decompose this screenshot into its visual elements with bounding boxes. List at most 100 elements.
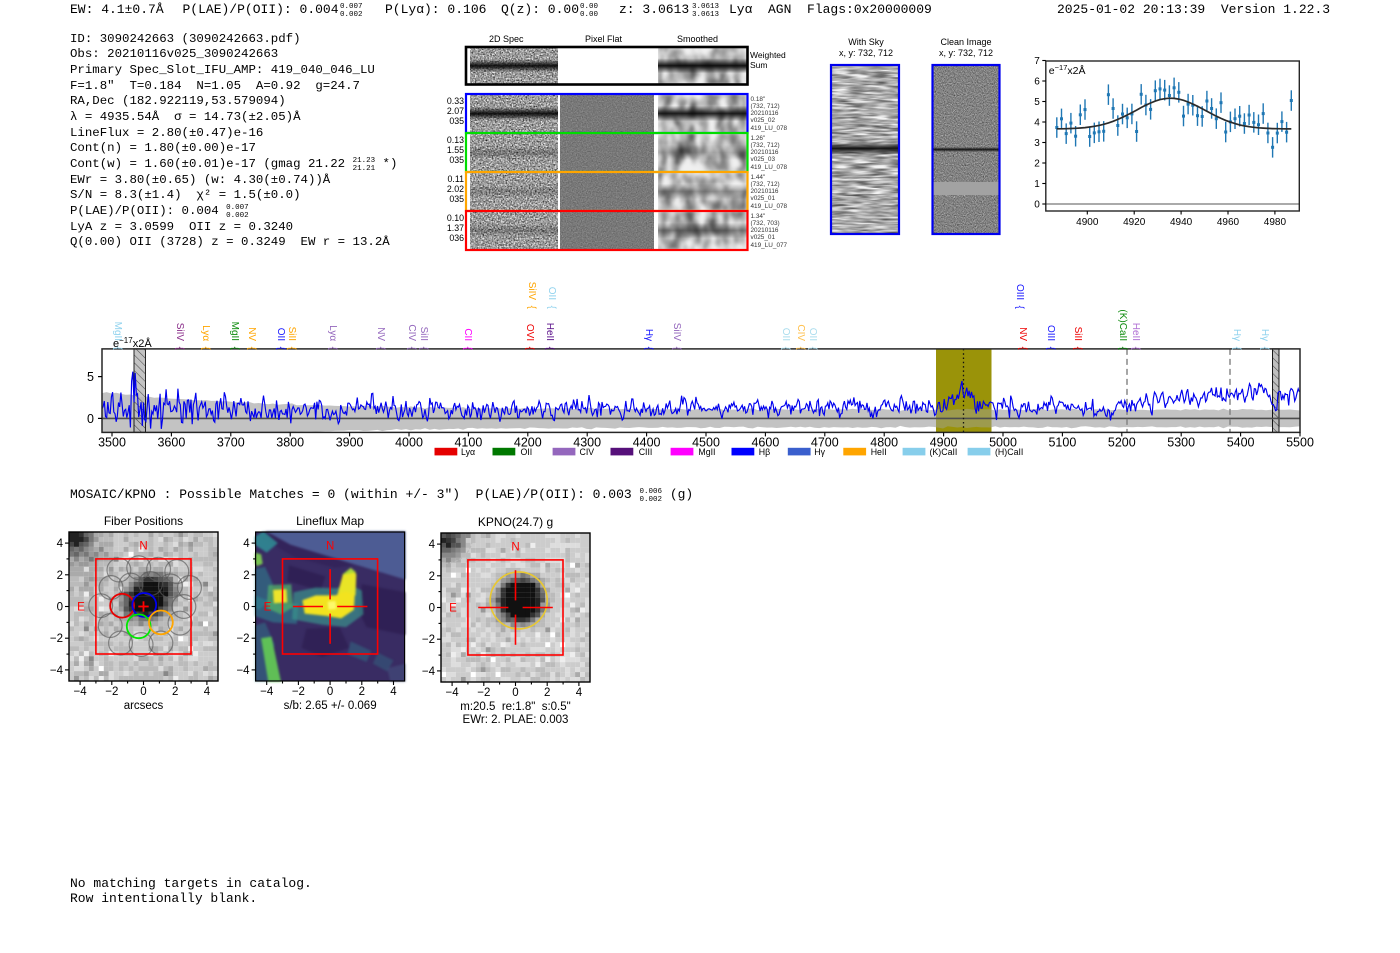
svg-text:7: 7 xyxy=(1034,56,1040,67)
svg-text:Hβ: Hβ xyxy=(759,447,770,457)
svg-text:arcsecs: arcsecs xyxy=(124,700,164,712)
svg-text:Lineflux Map: Lineflux Map xyxy=(296,514,364,528)
svg-text:2: 2 xyxy=(429,571,435,583)
svg-text:Fiber Positions: Fiber Positions xyxy=(104,514,183,528)
svg-text:SiIV {: SiIV { xyxy=(671,323,682,351)
svg-text:4: 4 xyxy=(57,538,64,550)
svg-text:0: 0 xyxy=(429,603,435,615)
svg-text:0: 0 xyxy=(243,602,249,614)
svg-text:s/b: 2.65 +/- 0.069: s/b: 2.65 +/- 0.069 xyxy=(284,700,377,712)
svg-text:CIII: CIII xyxy=(639,447,653,457)
svg-text:0: 0 xyxy=(57,602,63,614)
svg-text:HeII: HeII xyxy=(871,447,887,457)
svg-text:E: E xyxy=(264,602,272,614)
svg-text:4000: 4000 xyxy=(395,436,423,450)
svg-text:2: 2 xyxy=(544,687,550,699)
svg-text:Hγ {: Hγ { xyxy=(643,329,654,351)
svg-text:SiII {: SiII { xyxy=(418,327,429,351)
svg-text:4900: 4900 xyxy=(1076,217,1099,228)
svg-text:NV {: NV { xyxy=(246,327,257,350)
svg-text:HeII {: HeII { xyxy=(544,323,555,351)
svg-text:N: N xyxy=(511,541,519,553)
svg-text:−4: −4 xyxy=(50,665,64,677)
svg-text:3800: 3800 xyxy=(276,436,304,450)
svg-text:2: 2 xyxy=(243,570,249,582)
svg-text:(K)CaII: (K)CaII xyxy=(930,447,958,457)
svg-text:−4: −4 xyxy=(74,686,88,698)
svg-text:3500: 3500 xyxy=(98,436,126,450)
svg-text:CIV: CIV xyxy=(580,447,595,457)
svg-text:5300: 5300 xyxy=(1167,436,1195,450)
svg-text:2: 2 xyxy=(172,686,178,698)
svg-text:SiIV {: SiIV { xyxy=(526,282,537,310)
svg-text:4: 4 xyxy=(243,538,250,550)
svg-text:5500: 5500 xyxy=(1286,436,1314,450)
svg-text:OVI {: OVI { xyxy=(524,324,535,351)
svg-text:4940: 4940 xyxy=(1170,217,1193,228)
svg-text:E: E xyxy=(77,602,85,614)
svg-text:N: N xyxy=(326,540,334,552)
svg-text:4: 4 xyxy=(1034,118,1040,129)
svg-text:e−17x2Å: e−17x2Å xyxy=(113,336,152,350)
svg-text:NV {: NV { xyxy=(375,327,386,350)
svg-text:HeII {: HeII { xyxy=(1130,323,1141,351)
svg-text:MgII {: MgII { xyxy=(229,322,240,351)
svg-text:Hγ: Hγ xyxy=(814,447,825,457)
svg-text:−2: −2 xyxy=(477,687,490,699)
svg-text:E: E xyxy=(449,603,457,615)
svg-text:4960: 4960 xyxy=(1217,217,1240,228)
svg-text:EWr: 2. PLAE: 0.003: EWr: 2. PLAE: 0.003 xyxy=(463,714,569,726)
svg-text:−4: −4 xyxy=(236,665,250,677)
svg-text:CIV {: CIV { xyxy=(795,324,806,350)
svg-text:−2: −2 xyxy=(422,634,435,646)
svg-text:Lyα {: Lyα { xyxy=(327,325,338,351)
svg-text:2: 2 xyxy=(57,570,63,582)
svg-text:KPNO(24.7) g: KPNO(24.7) g xyxy=(478,515,553,529)
svg-text:0: 0 xyxy=(1034,200,1040,211)
svg-text:3700: 3700 xyxy=(217,436,245,450)
svg-text:OII {: OII { xyxy=(807,328,818,351)
svg-text:−4: −4 xyxy=(422,666,436,678)
svg-text:m:20.5 re:1.8" s:0.5": m:20.5 re:1.8" s:0.5" xyxy=(460,701,570,713)
svg-text:MgII: MgII xyxy=(698,447,715,457)
svg-text:5: 5 xyxy=(87,370,94,384)
svg-text:NV {: NV { xyxy=(1017,327,1028,350)
svg-text:3: 3 xyxy=(1034,138,1040,149)
svg-text:2: 2 xyxy=(1034,159,1040,170)
svg-text:OII {: OII { xyxy=(780,328,791,351)
svg-text:(K)CaII {: (K)CaII { xyxy=(1117,309,1128,350)
svg-text:OIII {: OIII { xyxy=(1045,325,1056,351)
svg-text:0: 0 xyxy=(512,687,518,699)
svg-text:CII {: CII { xyxy=(462,328,473,350)
svg-text:4: 4 xyxy=(204,686,211,698)
svg-text:0: 0 xyxy=(87,412,94,426)
svg-text:Lyα: Lyα xyxy=(461,447,475,457)
svg-text:OII {: OII { xyxy=(275,328,286,351)
svg-text:0: 0 xyxy=(327,686,333,698)
svg-text:−2: −2 xyxy=(50,633,63,645)
svg-text:−2: −2 xyxy=(236,633,249,645)
svg-text:−2: −2 xyxy=(292,686,305,698)
svg-text:SiII {: SiII { xyxy=(286,327,297,351)
svg-text:5200: 5200 xyxy=(1108,436,1136,450)
svg-text:e−17x2Å: e−17x2Å xyxy=(1049,63,1086,77)
svg-text:3900: 3900 xyxy=(336,436,364,450)
svg-text:(H)CaII: (H)CaII xyxy=(995,447,1023,457)
svg-text:CIV {: CIV { xyxy=(406,324,417,350)
svg-text:OII {: OII { xyxy=(546,287,557,310)
svg-text:5100: 5100 xyxy=(1048,436,1076,450)
svg-text:2: 2 xyxy=(359,686,365,698)
svg-text:N: N xyxy=(139,540,147,552)
svg-text:−2: −2 xyxy=(105,686,118,698)
svg-text:Hγ {: Hγ { xyxy=(1259,329,1270,351)
svg-text:5: 5 xyxy=(1034,97,1040,108)
svg-text:SiII {: SiII { xyxy=(1072,327,1083,351)
svg-text:4980: 4980 xyxy=(1264,217,1287,228)
svg-text:SiIV {: SiIV { xyxy=(174,323,185,351)
svg-text:0: 0 xyxy=(140,686,146,698)
svg-text:Lyα {: Lyα { xyxy=(200,325,211,351)
svg-text:−4: −4 xyxy=(446,687,460,699)
svg-text:OIII {: OIII { xyxy=(1014,284,1025,310)
svg-text:3600: 3600 xyxy=(157,436,185,450)
svg-text:4: 4 xyxy=(390,686,397,698)
